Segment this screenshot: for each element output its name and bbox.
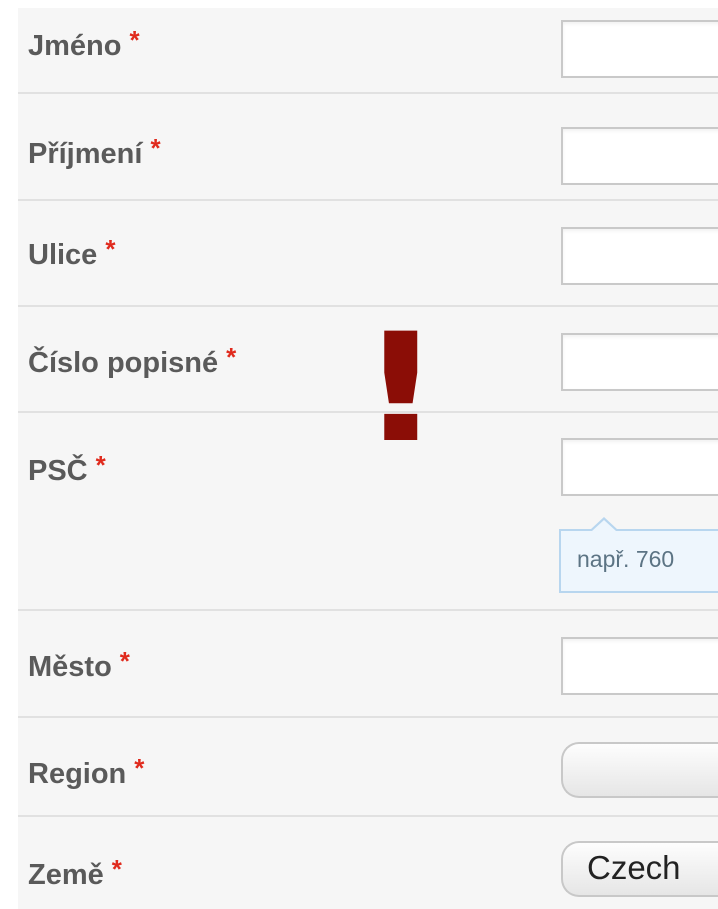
last-name-label: Příjmení * xyxy=(28,133,161,171)
country-label: Země * xyxy=(28,854,122,892)
form-row-first-name: Jméno * xyxy=(18,8,718,94)
form-row-street: Ulice * xyxy=(18,201,718,307)
last-name-input[interactable] xyxy=(561,127,718,185)
required-marker: * xyxy=(150,133,161,163)
country-label-text: Země xyxy=(28,859,104,891)
street-input[interactable] xyxy=(561,227,718,285)
postal-code-label-text: PSČ xyxy=(28,455,88,487)
region-select[interactable] xyxy=(561,742,718,798)
house-number-label: Číslo popisné * xyxy=(28,342,236,380)
required-marker: * xyxy=(129,25,140,55)
country-select[interactable]: Czech xyxy=(561,841,718,897)
required-marker: * xyxy=(119,646,130,676)
form-row-country: Země * Czech xyxy=(18,817,718,909)
hint-arrow-fill xyxy=(592,520,616,531)
house-number-input[interactable] xyxy=(561,333,718,391)
region-label: Region * xyxy=(28,753,144,791)
postal-code-hint: např. 760 xyxy=(559,529,718,593)
city-input[interactable] xyxy=(561,637,718,695)
street-label: Ulice * xyxy=(28,234,115,272)
postal-code-label: PSČ * xyxy=(28,450,106,488)
first-name-label-text: Jméno xyxy=(28,30,122,62)
last-name-label-text: Příjmení xyxy=(28,138,143,170)
required-marker: * xyxy=(105,234,116,264)
address-form: Jméno * Příjmení * Ulice * Číslo popisné * P… xyxy=(18,8,718,909)
warning-exclamation-icon: ! xyxy=(358,302,444,476)
house-number-label-text: Číslo popisné xyxy=(28,347,219,379)
required-marker: * xyxy=(134,753,145,783)
first-name-label: Jméno * xyxy=(28,25,140,63)
region-label-text: Region xyxy=(28,758,127,790)
form-row-region: Region * xyxy=(18,718,718,817)
city-label-text: Město xyxy=(28,651,112,683)
required-marker: * xyxy=(111,854,122,884)
city-label: Město * xyxy=(28,646,130,684)
form-row-last-name: Příjmení * xyxy=(18,94,718,201)
form-row-city: Město * xyxy=(18,611,718,718)
required-marker: * xyxy=(95,450,106,480)
street-label-text: Ulice xyxy=(28,239,98,271)
postal-code-input[interactable] xyxy=(561,438,718,496)
first-name-input[interactable] xyxy=(561,20,718,78)
required-marker: * xyxy=(226,342,237,372)
